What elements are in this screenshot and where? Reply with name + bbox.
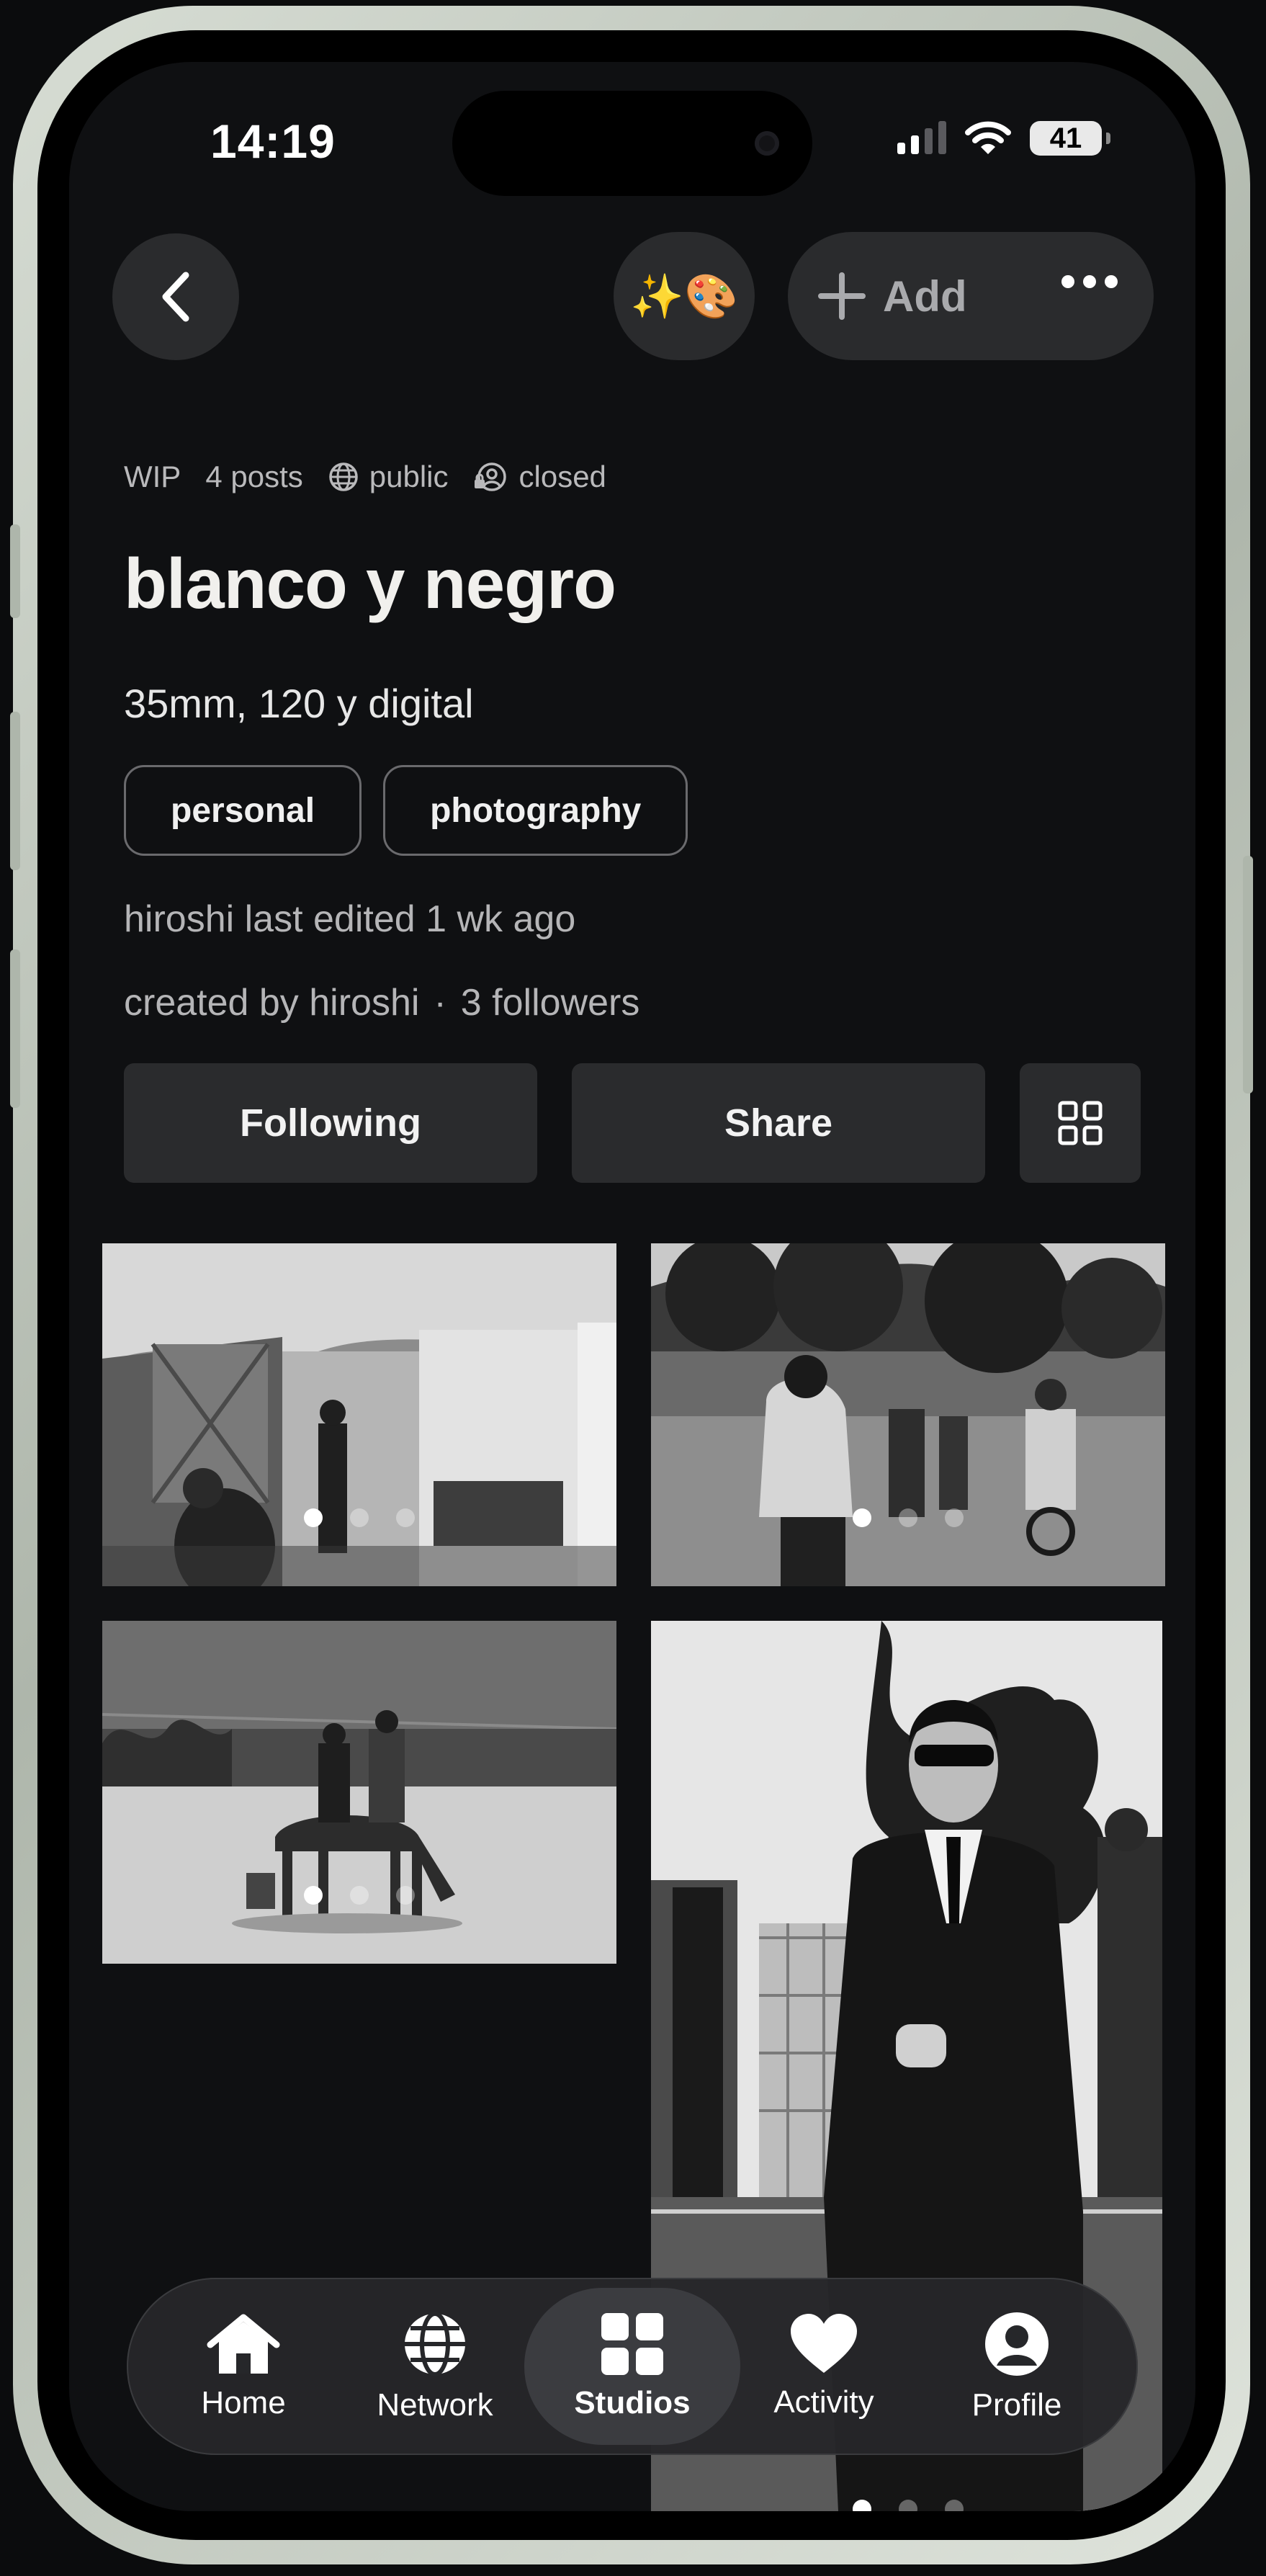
tag-list: personal photography — [124, 765, 688, 856]
globe-icon — [329, 462, 358, 491]
camera-icon — [755, 131, 779, 156]
status-time: 14:19 — [210, 115, 336, 168]
photo-post-cyclists[interactable] — [651, 1243, 1165, 1586]
style-emoji-button[interactable]: ✨🎨 — [614, 232, 755, 360]
person-circle-icon — [985, 2312, 1049, 2376]
person-lock-icon — [474, 462, 506, 491]
more-options-button[interactable] — [1061, 275, 1118, 288]
photo-post-market[interactable] — [102, 1243, 616, 1586]
status-bar: 14:19 41 — [69, 62, 1195, 206]
status-badge: WIP — [124, 460, 181, 493]
battery-icon: 41 — [1030, 121, 1110, 156]
tab-label: Activity — [773, 2384, 874, 2420]
plus-icon — [818, 272, 866, 320]
carousel-dots — [304, 1886, 415, 1905]
grid-icon — [1058, 1101, 1103, 1145]
bottom-tab-bar: Home Network Studios Activity Profile — [127, 2278, 1138, 2455]
tag-chip[interactable]: photography — [383, 765, 688, 856]
created-by-link[interactable]: created by hiroshi — [124, 981, 419, 1024]
volume-up-button — [10, 712, 20, 870]
tab-activity[interactable]: Activity — [716, 2288, 932, 2445]
heart-icon — [791, 2314, 857, 2373]
tab-label: Network — [377, 2387, 493, 2423]
volume-down-button — [10, 949, 20, 1108]
tab-profile[interactable]: Profile — [909, 2288, 1125, 2445]
add-more-pill: Add — [788, 232, 1154, 360]
app-screen: 14:19 41 ✨🎨 Add WIP 4 posts public close… — [69, 62, 1195, 2511]
side-button — [1243, 856, 1253, 1094]
collection-meta: WIP 4 posts public closed — [124, 460, 606, 494]
collection-description: 35mm, 120 y digital — [124, 681, 474, 726]
tab-network[interactable]: Network — [327, 2288, 543, 2445]
beach-photo-image — [102, 1621, 616, 1964]
add-button[interactable]: Add — [788, 271, 967, 321]
chevron-left-icon — [162, 272, 189, 322]
ellipsis-icon — [1061, 275, 1074, 288]
share-button[interactable]: Share — [572, 1063, 985, 1183]
carousel-dots — [304, 1508, 415, 1527]
photo-post-beach[interactable] — [102, 1621, 616, 1964]
tab-label: Studios — [574, 2385, 691, 2420]
back-button[interactable] — [112, 233, 239, 360]
dynamic-island — [452, 91, 812, 196]
creator-line: created by hiroshi · 3 followers — [124, 981, 639, 1024]
followers-link[interactable]: 3 followers — [461, 981, 640, 1024]
access-indicator: closed — [473, 460, 606, 494]
house-icon — [207, 2314, 280, 2374]
grid-view-button[interactable] — [1020, 1063, 1141, 1183]
following-button[interactable]: Following — [124, 1063, 537, 1183]
action-button — [10, 524, 20, 618]
tab-label: Profile — [971, 2387, 1062, 2423]
carousel-dots — [853, 1508, 964, 1527]
tab-studios[interactable]: Studios — [524, 2288, 740, 2445]
carousel-dots — [853, 2500, 964, 2511]
post-count: 4 posts — [205, 460, 303, 493]
tag-chip[interactable]: personal — [124, 765, 362, 856]
visibility-indicator: public — [328, 460, 449, 494]
access-label: closed — [518, 460, 606, 493]
visibility-label: public — [369, 460, 449, 493]
sparkles-palette-icon: ✨🎨 — [630, 272, 738, 321]
add-label: Add — [883, 272, 967, 321]
globe-icon — [405, 2312, 465, 2376]
market-photo-image — [102, 1243, 616, 1586]
cellular-signal-icon — [897, 121, 946, 154]
tab-label: Home — [201, 2385, 286, 2420]
last-edited-text: hiroshi last edited 1 wk ago — [124, 898, 576, 940]
cyclists-photo-image — [651, 1243, 1165, 1586]
grid-icon — [601, 2313, 663, 2375]
collection-title: blanco y negro — [124, 544, 616, 623]
wifi-icon — [965, 121, 1011, 154]
tab-home[interactable]: Home — [135, 2288, 351, 2445]
separator-dot: · — [434, 982, 446, 1024]
